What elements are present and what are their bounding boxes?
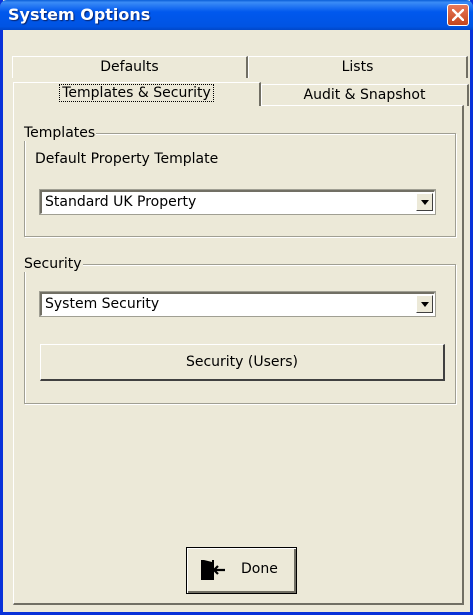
dropdown-button[interactable] <box>416 193 433 211</box>
security-users-button-label: Security (Users) <box>185 354 299 370</box>
tab-label: Templates & Security <box>59 84 214 102</box>
tab-lists[interactable]: Lists <box>248 56 468 78</box>
chevron-down-icon <box>421 302 429 307</box>
security-users-button[interactable]: Security (Users) <box>40 344 445 381</box>
tab-templates-security[interactable]: Templates & Security <box>13 82 261 106</box>
tab-audit-snapshot[interactable]: Audit & Snapshot <box>261 84 469 106</box>
tab-label: Audit & Snapshot <box>303 87 426 103</box>
done-button-label: Done <box>241 561 278 577</box>
tab-defaults[interactable]: Defaults <box>12 56 248 78</box>
templates-group: Templates <box>23 125 456 237</box>
system-options-dialog: System Options Defaults Lists Templates … <box>0 0 473 615</box>
security-select[interactable]: System Security <box>40 292 435 316</box>
tab-label: Defaults <box>100 59 159 75</box>
default-property-template-select[interactable]: Standard UK Property <box>40 190 435 214</box>
select-value: Standard UK Property <box>45 194 197 210</box>
security-group: Security <box>23 256 456 404</box>
close-button[interactable] <box>447 4 469 26</box>
done-button[interactable]: Done <box>186 547 297 594</box>
title-bar[interactable]: System Options <box>0 0 473 30</box>
close-icon <box>452 9 464 21</box>
select-value: System Security <box>45 296 160 312</box>
tab-label: Lists <box>341 59 374 75</box>
chevron-down-icon <box>421 200 429 205</box>
dropdown-button[interactable] <box>416 295 433 313</box>
templates-group-label: Templates <box>23 125 97 141</box>
dialog-title: System Options <box>8 5 151 24</box>
exit-door-icon <box>201 560 225 580</box>
default-property-template-label: Default Property Template <box>35 151 219 167</box>
security-group-label: Security <box>23 256 83 272</box>
